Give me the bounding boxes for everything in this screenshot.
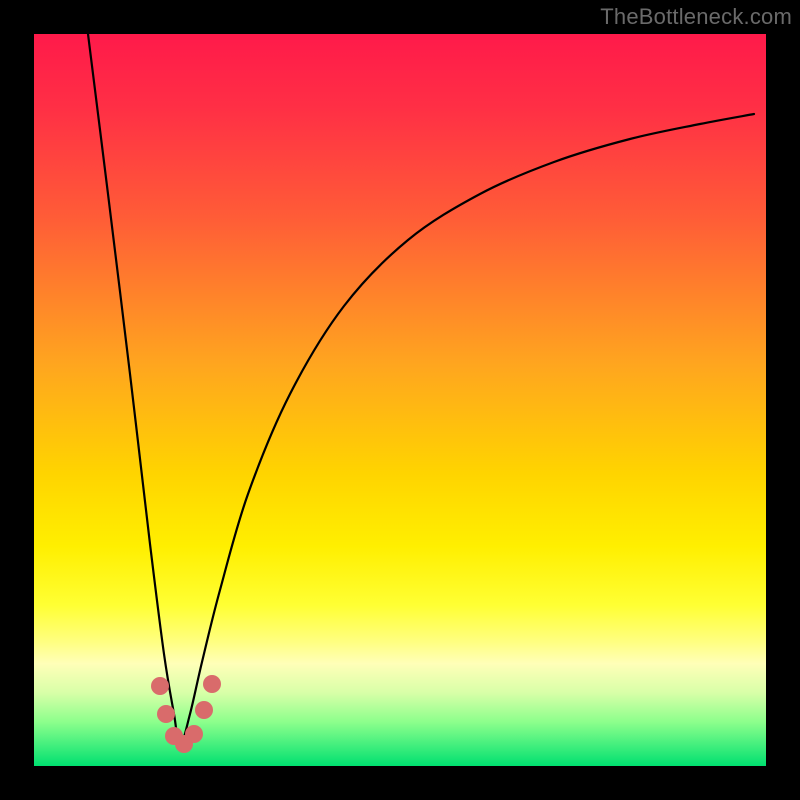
attribution-text: TheBottleneck.com	[600, 4, 792, 30]
bottleneck-curve	[88, 34, 754, 746]
curve-dot	[195, 701, 213, 719]
curve-dot	[151, 677, 169, 695]
curve-dot	[157, 705, 175, 723]
curve-dot	[185, 725, 203, 743]
curve-dot	[203, 675, 221, 693]
dot-group	[151, 675, 221, 753]
bottleneck-chart	[34, 34, 766, 766]
